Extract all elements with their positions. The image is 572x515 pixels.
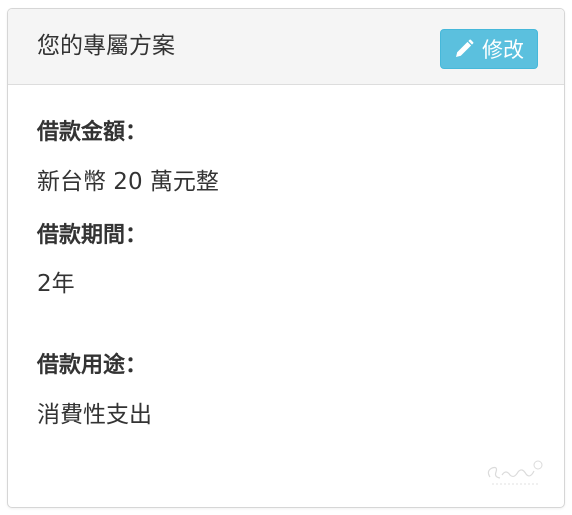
panel-header: 您的專屬方案 修改 [8,9,564,85]
loan-period-value: 2年 [37,271,75,297]
watermark-logo [487,460,543,485]
plan-panel: 您的專屬方案 修改 借款金額： 新台幣 20 萬元整 借款期間： 2年 借款用途… [7,8,565,508]
loan-period-label: 借款期間： [37,223,148,248]
loan-amount-label: 借款金額： [37,120,148,145]
edit-button-label: 修改 [482,39,524,62]
panel-title: 您的專屬方案 [37,33,175,59]
loan-purpose-value: 消費性支出 [37,402,152,428]
loan-purpose-label: 借款用途： [37,353,148,378]
panel-body: 借款金額： 新台幣 20 萬元整 借款期間： 2年 借款用途： 消費性支出 [8,85,564,505]
edit-button[interactable]: 修改 [440,29,538,69]
pencil-icon [454,39,474,59]
loan-amount-value: 新台幣 20 萬元整 [37,169,219,195]
